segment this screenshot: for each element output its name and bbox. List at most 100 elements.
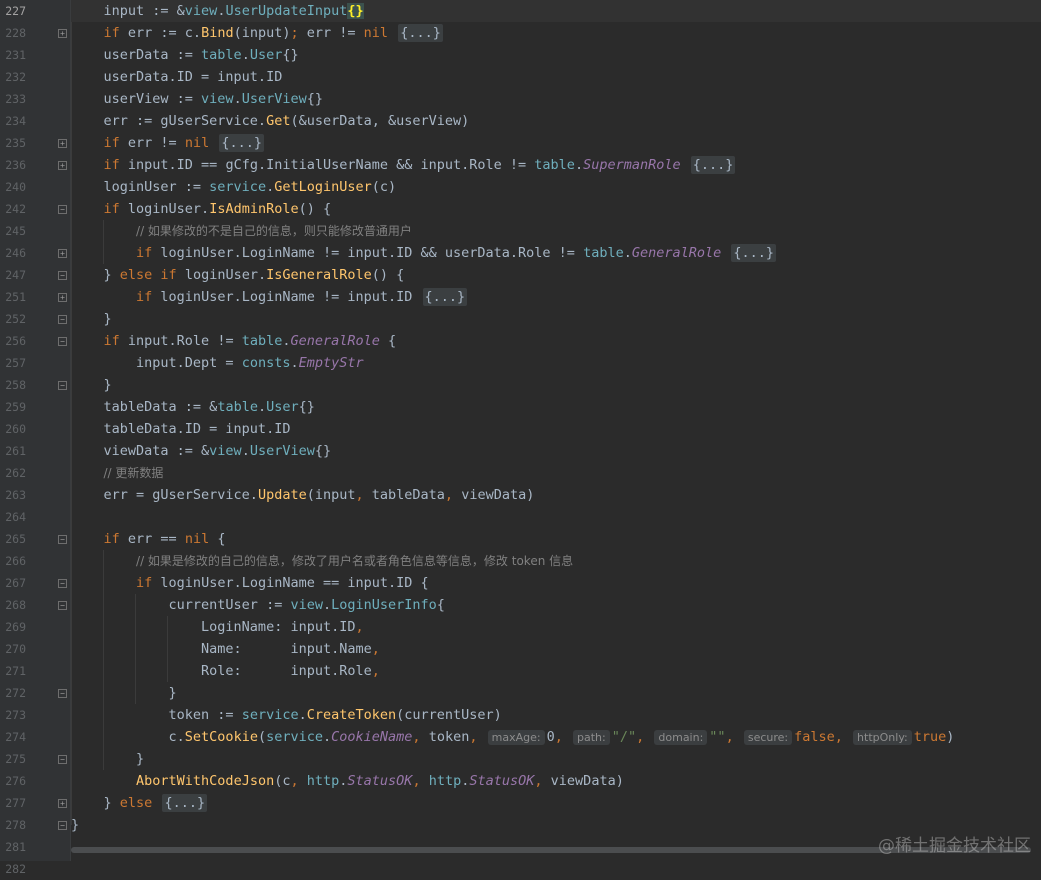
line-number: 277 (5, 796, 26, 810)
code-line[interactable]: if loginUser.LoginName != input.ID {...} (71, 286, 1041, 308)
line-number: 264 (5, 510, 26, 524)
fold-collapse-icon[interactable]: − (58, 601, 67, 610)
line-number: 233 (5, 92, 26, 106)
code-line[interactable]: if err == nil { (71, 528, 1041, 550)
line-number: 247 (5, 268, 26, 282)
code-line[interactable]: // 如果是修改的自己的信息，修改了用户名或者角色信息等信息，修改 token … (71, 550, 1041, 572)
code-line[interactable]: currentUser := view.LoginUserInfo{ (71, 594, 1041, 616)
code-line[interactable]: token := service.CreateToken(currentUser… (71, 704, 1041, 726)
code-line[interactable]: } (71, 308, 1041, 330)
fold-expand-icon[interactable]: + (58, 29, 67, 38)
code-line[interactable]: tableData.ID = input.ID (71, 418, 1041, 440)
code-comment: // 如果是修改的自己的信息，修改了用户名或者角色信息等信息，修改 token … (136, 554, 574, 568)
code-line[interactable]: err = gUserService.Update(input, tableDa… (71, 484, 1041, 506)
fold-collapse-icon[interactable]: − (58, 579, 67, 588)
fold-expand-icon[interactable]: + (58, 799, 67, 808)
line-number: 245 (5, 224, 26, 238)
code-line[interactable]: } else if loginUser.IsGeneralRole() { (71, 264, 1041, 286)
code-line[interactable]: input.Dept = consts.EmptyStr (71, 352, 1041, 374)
line-number: 256 (5, 334, 26, 348)
folded-code-placeholder[interactable]: {...} (219, 134, 264, 152)
line-number: 261 (5, 444, 26, 458)
fold-collapse-icon[interactable]: − (58, 205, 67, 214)
line-number: 246 (5, 246, 26, 260)
line-number: 273 (5, 708, 26, 722)
code-line[interactable]: if err := c.Bind(input); err != nil {...… (71, 22, 1041, 44)
code-line[interactable]: userData := table.User{} (71, 44, 1041, 66)
code-line[interactable]: c.SetCookie(service.CookieName, token, m… (71, 726, 1041, 748)
line-number: 258 (5, 378, 26, 392)
line-number: 267 (5, 576, 26, 590)
param-hint: secure: (743, 730, 793, 745)
code-line[interactable]: if input.Role != table.GeneralRole { (71, 330, 1041, 352)
fold-end-icon[interactable]: − (58, 689, 67, 698)
code-line[interactable]: } (71, 374, 1041, 396)
code-comment: // 更新数据 (103, 466, 164, 480)
fold-collapse-icon[interactable]: − (58, 271, 67, 280)
line-number: 269 (5, 620, 26, 634)
line-number: 242 (5, 202, 26, 216)
code-line[interactable]: LoginName: input.ID, (71, 616, 1041, 638)
fold-expand-icon[interactable]: + (58, 139, 67, 148)
code-line[interactable]: Name: input.Name, (71, 638, 1041, 660)
fold-expand-icon[interactable]: + (58, 161, 67, 170)
code-line[interactable]: input := &view.UserUpdateInput{} (71, 0, 1041, 22)
line-number: 268 (5, 598, 26, 612)
code-line[interactable]: userData.ID = input.ID (71, 66, 1041, 88)
line-number: 259 (5, 400, 26, 414)
watermark: @稀土掘金技术社区 (878, 836, 1031, 856)
code-line[interactable]: if loginUser.LoginName == input.ID { (71, 572, 1041, 594)
code-line[interactable]: // 如果修改的不是自己的信息，则只能修改普通用户 (71, 220, 1041, 242)
line-number: 228 (5, 26, 26, 40)
fold-expand-icon[interactable]: + (58, 293, 67, 302)
code-line[interactable]: loginUser := service.GetLoginUser(c) (71, 176, 1041, 198)
line-number: 252 (5, 312, 26, 326)
line-number: 274 (5, 730, 26, 744)
line-number: 232 (5, 70, 26, 84)
code-line[interactable]: if err != nil {...} (71, 132, 1041, 154)
line-number: 271 (5, 664, 26, 678)
code-line[interactable]: if loginUser.IsAdminRole() { (71, 198, 1041, 220)
fold-end-icon[interactable]: − (58, 821, 67, 830)
fold-end-icon[interactable]: − (58, 381, 67, 390)
code-line[interactable] (71, 506, 1041, 528)
line-number: 275 (5, 752, 26, 766)
code-line[interactable]: if loginUser.LoginName != input.ID && us… (71, 242, 1041, 264)
folded-code-placeholder[interactable]: {...} (731, 244, 777, 262)
param-hint: path: (573, 730, 610, 745)
param-hint: domain: (654, 730, 708, 745)
code-line[interactable]: err := gUserService.Get(&userData, &user… (71, 110, 1041, 132)
line-number: 272 (5, 686, 26, 700)
code-line[interactable]: userView := view.UserView{} (71, 88, 1041, 110)
code-line[interactable]: tableData := &table.User{} (71, 396, 1041, 418)
code-line[interactable]: } else {...} (71, 792, 1041, 814)
param-hint: httpOnly: (853, 730, 912, 745)
line-number: 276 (5, 774, 26, 788)
code-line[interactable]: } (71, 748, 1041, 770)
folded-code-placeholder[interactable]: {...} (398, 24, 443, 42)
fold-end-icon[interactable]: − (58, 755, 67, 764)
line-number: 260 (5, 422, 26, 436)
code-line[interactable]: // 更新数据 (71, 462, 1041, 484)
folded-code-placeholder[interactable]: {...} (690, 156, 736, 174)
line-number: 262 (5, 466, 26, 480)
folded-code-placeholder[interactable]: {...} (162, 794, 208, 812)
line-number: 231 (5, 48, 26, 62)
fold-collapse-icon[interactable]: − (58, 535, 67, 544)
code-line[interactable]: } (71, 682, 1041, 704)
param-hint: maxAge: (487, 730, 545, 745)
code-line[interactable]: viewData := &view.UserView{} (71, 440, 1041, 462)
code-line[interactable]: if input.ID == gCfg.InitialUserName && i… (71, 154, 1041, 176)
line-number: 282 (5, 862, 26, 876)
code-line[interactable]: AbortWithCodeJson(c, http.StatusOK, http… (71, 770, 1041, 792)
fold-end-icon[interactable]: − (58, 315, 67, 324)
line-number: 240 (5, 180, 26, 194)
line-number: 278 (5, 818, 26, 832)
folded-code-placeholder[interactable]: {...} (422, 288, 468, 306)
fold-collapse-icon[interactable]: − (58, 337, 67, 346)
fold-expand-icon[interactable]: + (58, 249, 67, 258)
code-line[interactable]: Role: input.Role, (71, 660, 1041, 682)
line-number: 265 (5, 532, 26, 546)
line-number: 281 (5, 840, 26, 854)
code-comment: // 如果修改的不是自己的信息，则只能修改普通用户 (136, 224, 412, 238)
